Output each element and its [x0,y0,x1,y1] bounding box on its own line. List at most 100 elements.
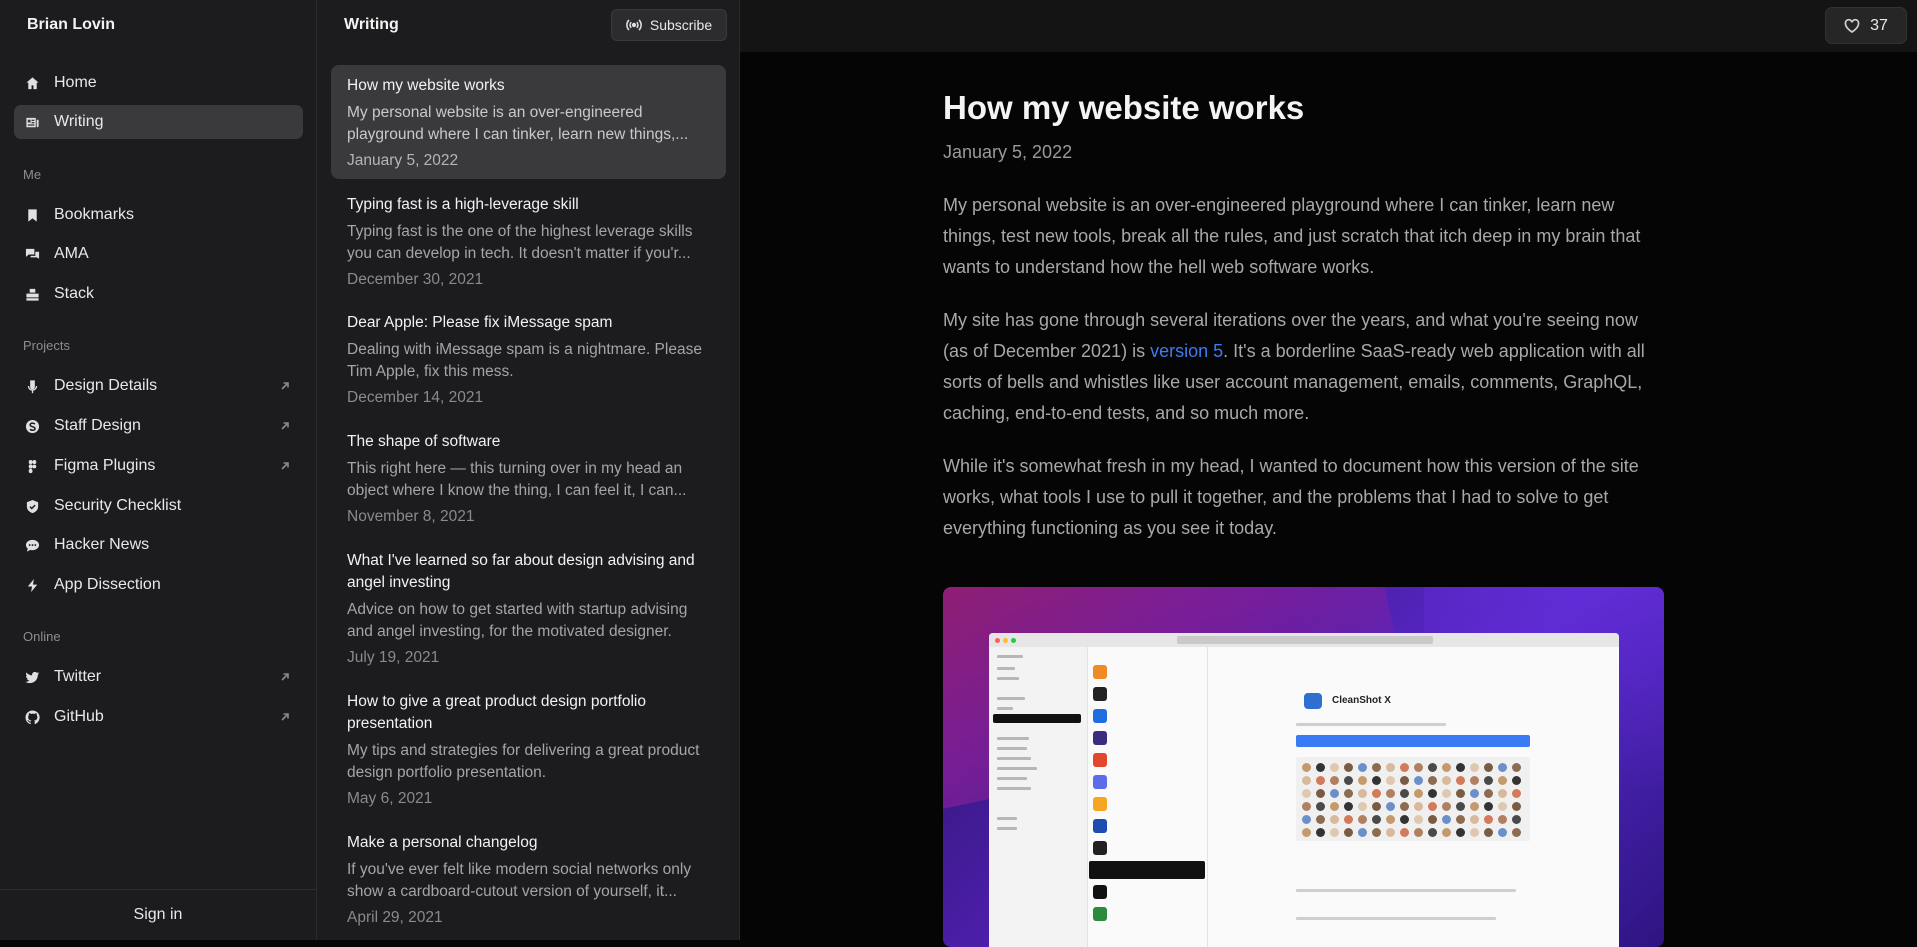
avatar [1358,828,1367,837]
avatar [1358,815,1367,824]
article-hero-image: CleanShot X [943,587,1664,947]
sidebar-item-writing[interactable]: Writing [14,105,303,139]
external-link-icon [279,710,291,722]
sidebar-item-label: Writing [54,113,104,130]
sidebar-item-label: AMA [54,245,89,262]
avatar [1400,763,1409,772]
sidebar-item-figma-plugins[interactable]: Figma Plugins [14,449,303,483]
avatar [1302,828,1311,837]
post-title: Typing fast is a high-leverage skill [347,196,579,213]
avatar [1484,828,1493,837]
post-excerpt: If you've ever felt like modern social n… [347,861,692,900]
avatar [1512,776,1521,785]
sidebar-item-label: Home [54,74,97,91]
content-topbar: 37 [740,0,1917,52]
sidebar-item-security-checklist[interactable]: Security Checklist [14,489,303,523]
avatar [1358,789,1367,798]
avatar [1330,789,1339,798]
version-5-link[interactable]: version 5 [1150,341,1223,361]
avatar [1442,815,1451,824]
avatar [1484,789,1493,798]
avatar [1344,802,1353,811]
post-title: How to give a great product design portf… [347,693,646,732]
avatar [1484,776,1493,785]
figma-icon [24,458,40,474]
sidebar-item-label: Figma Plugins [54,457,156,474]
post-excerpt: Advice on how to get started with startu… [347,601,688,640]
avatar [1316,815,1325,824]
avatar [1358,802,1367,811]
avatar [1442,776,1451,785]
sidebar-item-label: App Dissection [54,576,161,593]
avatar [1386,776,1395,785]
avatar [1400,776,1409,785]
list-item[interactable]: Make a personal changelog If you've ever… [331,822,726,929]
sidebar-item-design-details[interactable]: Design Details [14,369,303,403]
avatar [1358,776,1367,785]
github-icon [24,709,40,725]
chat-bubbles-icon [24,246,40,262]
sidebar-item-github[interactable]: GitHub [14,700,303,734]
sidebar-item-ama[interactable]: AMA [14,237,303,271]
avatar [1372,776,1381,785]
section-label-me: Me [23,167,42,182]
avatar [1358,763,1367,772]
staff-design-icon [24,418,40,434]
sidebar-item-twitter[interactable]: Twitter [14,660,303,694]
mock-sidebar [989,647,1088,947]
site-brand[interactable]: Brian Lovin [27,14,115,36]
avatar [1316,802,1325,811]
sidebar-item-app-dissection[interactable]: App Dissection [14,568,303,602]
avatar [1344,789,1353,798]
post-excerpt: My tips and strategies for delivering a … [347,742,700,781]
avatar [1372,802,1381,811]
list-item[interactable]: How my website works My personal website… [331,65,726,179]
avatar [1442,763,1451,772]
sidebar-item-bookmarks[interactable]: Bookmarks [14,198,303,232]
avatar [1442,802,1451,811]
sidebar-item-staff-design[interactable]: Staff Design [14,409,303,443]
sidebar-item-home[interactable]: Home [14,66,303,100]
avatar [1470,828,1479,837]
sign-in-button[interactable]: Sign in [134,906,183,924]
avatar [1316,828,1325,837]
list-item[interactable]: Typing fast is a high-leverage skill Typ… [331,184,726,291]
article-title: How my website works [943,89,1305,126]
sidebar-item-hacker-news[interactable]: Hacker News [14,528,303,562]
subscribe-button[interactable]: Subscribe [611,9,727,41]
list-item[interactable]: The shape of software This right here — … [331,421,726,528]
avatar [1470,763,1479,772]
sidebar-item-stack[interactable]: Stack [14,277,303,311]
avatar [1484,802,1493,811]
avatar [1316,789,1325,798]
avatar [1512,828,1521,837]
avatar [1512,802,1521,811]
post-date: May 6, 2021 [347,790,433,807]
avatar [1498,802,1507,811]
list-item[interactable]: What I've learned so far about design ad… [331,540,726,669]
avatar [1512,815,1521,824]
avatar [1372,789,1381,798]
avatar [1498,828,1507,837]
message-icon [24,537,40,553]
avatar [1386,763,1395,772]
post-date: December 30, 2021 [347,271,484,288]
avatar [1428,815,1437,824]
like-count: 37 [1870,16,1888,34]
mock-app-list [1087,647,1208,947]
like-button[interactable]: 37 [1825,7,1907,44]
article-paragraph: While it's somewhat fresh in my head, I … [943,456,1639,538]
avatar [1512,789,1521,798]
list-item[interactable]: Dear Apple: Please fix iMessage spam Dea… [331,302,726,409]
external-link-icon [279,670,291,682]
mock-app-name: CleanShot X [1332,695,1391,706]
avatar [1316,776,1325,785]
avatar [1330,828,1339,837]
sidebar-item-label: Hacker News [54,536,150,553]
bookmark-icon [24,207,40,223]
sidebar-item-label: Staff Design [54,417,141,434]
list-item[interactable]: How to give a great product design portf… [331,681,726,810]
sidebar: Brian Lovin Home Writing Me Bookmarks AM… [0,0,317,940]
section-label-online: Online [23,629,61,644]
post-date: July 19, 2021 [347,649,440,666]
